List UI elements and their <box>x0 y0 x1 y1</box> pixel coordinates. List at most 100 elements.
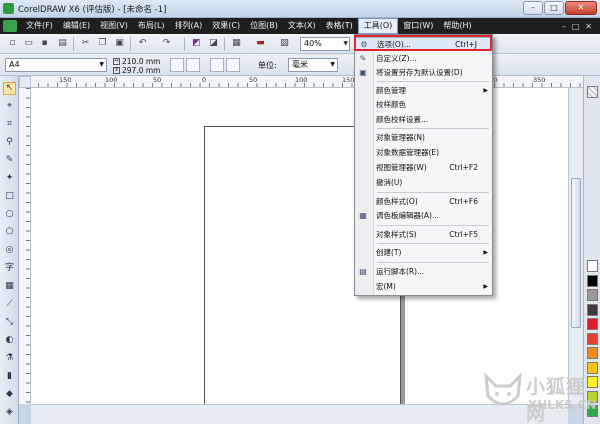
menu-text[interactable]: 文本(X) <box>283 18 321 34</box>
color-swatch[interactable] <box>587 274 598 287</box>
basic-shapes-tool-icon[interactable]: ◎ <box>3 244 16 257</box>
color-swatch[interactable] <box>587 289 598 301</box>
tools-menu-item[interactable]: 颜色样式(O) Ctrl+F6 <box>355 195 492 208</box>
menu-file[interactable]: 文件(F) <box>21 18 58 34</box>
tools-menu-item[interactable]: 创建(T) ▶ <box>355 246 492 259</box>
zoom-tool-icon[interactable]: ⚲ <box>3 136 16 149</box>
page-width-field[interactable]: ↔ 210.0 mm <box>113 57 160 66</box>
close-button[interactable]: ✕ <box>565 1 597 15</box>
paste-icon[interactable]: ▣ <box>113 37 126 50</box>
connector-tool-icon[interactable]: ⤡ <box>3 316 16 329</box>
shape-tool-icon[interactable]: ⌖ <box>3 100 16 113</box>
tools-menu-item[interactable]: 对象数据管理器(E) <box>355 146 492 159</box>
menu-tools[interactable]: 工具(O) <box>357 18 399 34</box>
menu-table[interactable]: 表格(T) <box>321 18 358 34</box>
page-size-select[interactable]: A4 ▼ <box>5 58 107 72</box>
application-launcher-icon[interactable]: ▦ <box>230 37 243 50</box>
vertical-scrollbar[interactable] <box>568 88 583 404</box>
tools-menu-item[interactable]: 视图管理器(W) Ctrl+F2 <box>355 161 492 174</box>
new-icon[interactable]: ▫ <box>6 37 19 50</box>
restore-button[interactable]: □ <box>544 1 564 15</box>
no-color-swatch[interactable] <box>587 86 598 98</box>
polygon-tool-icon[interactable]: ⬠ <box>3 226 16 239</box>
window-title: CorelDRAW X6 (评估版) - [未命名 -1] <box>18 5 167 15</box>
export-icon[interactable]: ◪ <box>207 37 220 50</box>
doc-restore-button[interactable]: □ <box>572 22 580 31</box>
horizontal-scrollbar[interactable] <box>31 404 568 424</box>
open-icon[interactable]: ▭ <box>22 37 35 50</box>
smart-fill-tool-icon[interactable]: ✦ <box>3 172 16 185</box>
tools-menu-item[interactable]: 校样颜色 <box>355 98 492 111</box>
tools-menu-item[interactable]: 宏(M) ▶ <box>355 280 492 293</box>
table-tool-icon[interactable]: ▦ <box>3 280 16 293</box>
dimension-tool-icon[interactable]: ⟋ <box>3 298 16 311</box>
page-width-value: 210.0 mm <box>122 57 161 66</box>
tools-menu-item-label: 对象管理器(N) <box>376 133 425 142</box>
doc-close-button[interactable]: ✕ <box>585 22 592 31</box>
text-tool-icon[interactable]: 字 <box>3 262 16 275</box>
menu-window[interactable]: 窗口(W) <box>398 18 438 34</box>
fill-tool-icon[interactable]: ◆ <box>3 388 16 401</box>
menu-view[interactable]: 视图(V) <box>95 18 133 34</box>
tools-menu-item-label: 视图管理器(W) <box>376 163 427 172</box>
ellipse-tool-icon[interactable]: ○ <box>3 208 16 221</box>
tools-menu-item[interactable]: 颜色管理 ▶ <box>355 84 492 97</box>
menu-bitmaps[interactable]: 位图(B) <box>245 18 283 34</box>
tools-menu-item[interactable]: ▦ 调色板编辑器(A)... <box>355 209 492 222</box>
publish-pdf-icon[interactable]: ▬ <box>254 37 267 50</box>
page-height-field[interactable]: ↕ 297.0 mm <box>113 66 160 75</box>
crop-tool-icon[interactable]: ⌗ <box>3 118 16 131</box>
undo-icon[interactable]: ↶ <box>136 37 149 50</box>
tools-menu-item[interactable]: ▤ 运行脚本(R)... <box>355 265 492 278</box>
color-swatch[interactable] <box>587 376 598 388</box>
blend-tool-icon[interactable]: ◐ <box>3 334 16 347</box>
unit-select[interactable]: 毫米 ▼ <box>288 58 338 72</box>
menu-help[interactable]: 帮助(H) <box>438 18 476 34</box>
color-swatch[interactable] <box>587 347 598 359</box>
copy-icon[interactable]: ❐ <box>96 37 109 50</box>
print-icon[interactable]: ▤ <box>56 37 69 50</box>
import-icon[interactable]: ◩ <box>190 37 203 50</box>
menu-effects[interactable]: 效果(C) <box>207 18 245 34</box>
menu-layout[interactable]: 布局(L) <box>133 18 170 34</box>
color-swatch[interactable] <box>587 303 598 316</box>
freehand-tool-icon[interactable]: ✎ <box>3 154 16 167</box>
tools-menu-item[interactable]: 对象管理器(N) <box>355 131 492 144</box>
color-swatch[interactable] <box>587 332 598 345</box>
color-swatch[interactable] <box>587 361 598 374</box>
color-swatch[interactable] <box>587 260 598 272</box>
tools-menu-item[interactable]: ✎ 自定义(Z)... <box>355 52 492 65</box>
tools-menu-item-shortcut: Ctrl+F2 <box>449 163 478 172</box>
redo-icon[interactable]: ↷ <box>160 37 173 50</box>
chevron-down-icon: ▼ <box>343 40 348 47</box>
minimize-button[interactable]: – <box>523 1 543 15</box>
color-swatch[interactable] <box>587 390 598 403</box>
title-bar: CorelDRAW X6 (评估版) - [未命名 -1] – □ ✕ <box>0 0 600 18</box>
eyedropper-tool-icon[interactable]: ⚗ <box>3 352 16 365</box>
scrollbar-thumb[interactable] <box>571 178 581 328</box>
zoom-level-select[interactable]: 40% ▼ <box>300 37 350 51</box>
menu-arrange[interactable]: 排列(A) <box>170 18 208 34</box>
tools-menu-item[interactable]: 撤消(U) <box>355 176 492 189</box>
tools-menu-item[interactable]: 颜色校样设置... <box>355 113 492 126</box>
landscape-button[interactable] <box>186 58 200 72</box>
pick-tool-icon[interactable]: ↖ <box>3 82 16 95</box>
save-icon[interactable]: ▪ <box>38 37 51 50</box>
interactive-fill-tool-icon[interactable]: ◈ <box>3 406 16 419</box>
color-swatch[interactable] <box>587 405 598 417</box>
doc-minimize-button[interactable]: – <box>562 22 566 31</box>
tools-menu-item-label: 撤消(U) <box>376 178 403 187</box>
welcome-screen-icon[interactable]: ▧ <box>278 37 291 50</box>
cut-icon[interactable]: ✂ <box>79 37 92 50</box>
tools-menu-item[interactable]: 对象样式(S) Ctrl+F5 <box>355 228 492 241</box>
menu-edit[interactable]: 编辑(E) <box>58 18 95 34</box>
rectangle-tool-icon[interactable]: □ <box>3 190 16 203</box>
all-pages-button[interactable] <box>210 58 224 72</box>
tools-menu-item[interactable]: ▣ 将设置另存为默认设置(D) <box>355 66 492 79</box>
ruler-origin[interactable] <box>19 76 31 88</box>
outline-tool-icon[interactable]: ▮ <box>3 370 16 383</box>
width-icon: ↔ <box>113 58 120 65</box>
color-swatch[interactable] <box>587 318 598 330</box>
portrait-button[interactable] <box>170 58 184 72</box>
current-page-button[interactable] <box>226 58 240 72</box>
